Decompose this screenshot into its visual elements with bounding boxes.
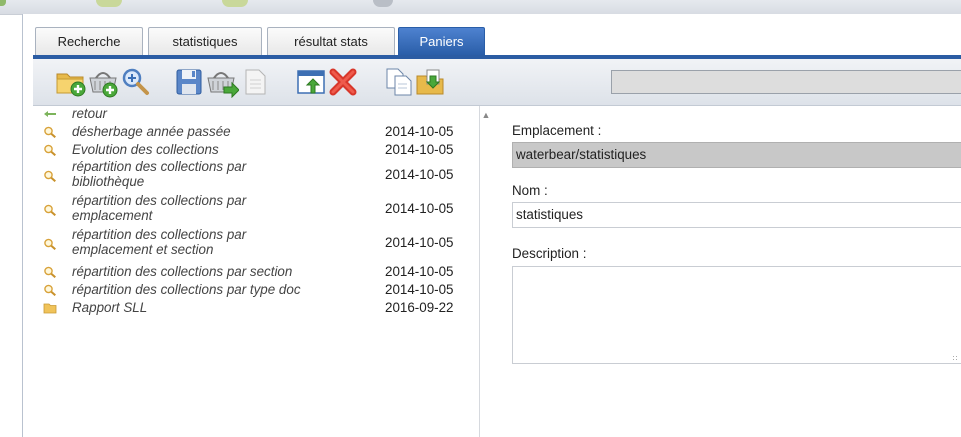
list-item-date: 2014-10-05 bbox=[385, 282, 454, 297]
magnifier-icon bbox=[44, 284, 56, 296]
list-item[interactable]: répartition des collections par emplacem… bbox=[33, 194, 479, 226]
back-arrow-icon bbox=[44, 111, 56, 117]
list-item-label: emplacement bbox=[72, 208, 153, 223]
magnifier-icon bbox=[44, 204, 56, 216]
toolbar bbox=[33, 59, 961, 106]
list-item[interactable]: répartition des collections par emplacem… bbox=[33, 228, 479, 260]
basket-export-icon[interactable] bbox=[207, 66, 239, 98]
list-item-label: Evolution des collections bbox=[72, 142, 219, 157]
save-icon[interactable] bbox=[173, 66, 205, 98]
tab-resultat-stats[interactable]: résultat stats bbox=[267, 27, 395, 55]
partial-icon bbox=[222, 0, 248, 7]
magnifier-icon bbox=[44, 266, 56, 278]
main-panel: Recherche statistiques résultat stats Pa… bbox=[22, 14, 961, 437]
tab-paniers[interactable]: Paniers bbox=[398, 27, 485, 55]
partial-icon bbox=[373, 0, 393, 7]
tab-recherche[interactable]: Recherche bbox=[35, 27, 143, 55]
list-item-label: répartition des collections par type doc bbox=[72, 282, 301, 297]
magnifier-icon bbox=[44, 144, 56, 156]
description-field[interactable] bbox=[512, 266, 961, 364]
list-item-label: Rapport SLL bbox=[72, 300, 148, 315]
basket-form: Emplacement : waterbear/statistiques Nom… bbox=[503, 106, 961, 437]
nom-label: Nom : bbox=[512, 183, 548, 198]
folder-paste-icon[interactable] bbox=[415, 66, 447, 98]
list-item-label: bibliothèque bbox=[72, 174, 145, 189]
scroll-up-arrow[interactable]: ▲ bbox=[480, 110, 492, 120]
copy-icon[interactable] bbox=[383, 66, 415, 98]
list-item-label: emplacement et section bbox=[72, 242, 214, 257]
list-item-date: 2014-10-05 bbox=[385, 124, 454, 139]
partial-icon bbox=[96, 0, 122, 7]
magnifier-icon bbox=[44, 238, 56, 250]
list-item-label: répartition des collections par section bbox=[72, 264, 293, 279]
list-item[interactable]: désherbage année passée 2014-10-05 bbox=[33, 124, 479, 140]
list-item-date: 2014-10-05 bbox=[385, 201, 454, 216]
previous-toolbar-strip bbox=[0, 0, 961, 15]
list-item-date: 2014-10-05 bbox=[385, 142, 454, 157]
list-item-label: répartition des collections par bbox=[72, 193, 247, 208]
list-item-date: 2014-10-05 bbox=[385, 167, 454, 182]
list-item-label: retour bbox=[72, 106, 107, 121]
description-label: Description : bbox=[512, 246, 587, 261]
magnifier-icon[interactable] bbox=[119, 66, 151, 98]
delete-icon[interactable] bbox=[327, 66, 359, 98]
list-item[interactable]: répartition des collections par section … bbox=[33, 264, 479, 280]
list-item-retour[interactable]: retour bbox=[33, 106, 479, 122]
window-export-icon[interactable] bbox=[295, 66, 327, 98]
nom-field[interactable]: statistiques bbox=[512, 202, 961, 228]
folder-icon bbox=[43, 303, 57, 314]
path-input[interactable] bbox=[611, 70, 961, 94]
list-item-label: répartition des collections par bbox=[72, 227, 247, 242]
tab-statistiques[interactable]: statistiques bbox=[148, 27, 262, 55]
list-item-date: 2014-10-05 bbox=[385, 235, 454, 250]
list-item-date: 2014-10-05 bbox=[385, 264, 454, 279]
list-item[interactable]: répartition des collections par biblioth… bbox=[33, 160, 479, 192]
list-item[interactable]: Rapport SLL 2016-09-22 bbox=[33, 300, 479, 316]
magnifier-icon bbox=[44, 126, 56, 138]
list-item-date: 2016-09-22 bbox=[385, 300, 454, 315]
basket-list: retour désherbage année passée 2014-10-0… bbox=[33, 106, 480, 437]
list-item[interactable]: Evolution des collections 2014-10-05 bbox=[33, 142, 479, 158]
emplacement-field: waterbear/statistiques bbox=[512, 142, 961, 168]
magnifier-icon bbox=[44, 170, 56, 182]
blank-document-icon[interactable] bbox=[239, 66, 271, 98]
basket-add-icon[interactable] bbox=[87, 66, 119, 98]
list-item-label: désherbage année passée bbox=[72, 124, 231, 139]
list-item[interactable]: répartition des collections par type doc… bbox=[33, 282, 479, 298]
resize-grip[interactable] bbox=[952, 355, 958, 361]
emplacement-label: Emplacement : bbox=[512, 123, 602, 138]
folder-add-icon[interactable] bbox=[55, 66, 87, 98]
list-item-label: répartition des collections par bbox=[72, 159, 247, 174]
tab-bar: Recherche statistiques résultat stats Pa… bbox=[23, 14, 961, 60]
